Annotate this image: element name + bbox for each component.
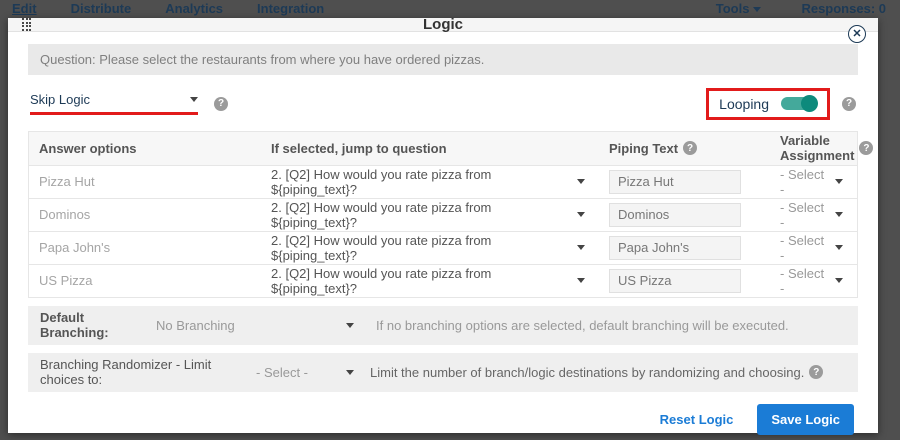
modal-header: Logic ✕ bbox=[8, 18, 878, 32]
menu-item-integration[interactable]: Integration bbox=[257, 1, 324, 17]
default-branching-select[interactable]: No Branching bbox=[156, 318, 346, 333]
chevron-down-icon bbox=[835, 212, 843, 217]
header-piping-text-label: Piping Text bbox=[609, 141, 678, 156]
piping-text-input[interactable] bbox=[609, 203, 741, 227]
header-jump-to-question: If selected, jump to question bbox=[261, 141, 599, 156]
piping-text-input[interactable] bbox=[609, 170, 741, 194]
chevron-down-icon bbox=[835, 245, 843, 250]
chevron-down-icon bbox=[577, 245, 585, 250]
chevron-down-icon bbox=[346, 323, 354, 328]
chevron-down-icon bbox=[835, 278, 843, 283]
toggle-knob bbox=[801, 95, 818, 112]
jump-question-value: 2. [Q2] How would you rate pizza from ${… bbox=[271, 200, 572, 230]
randomizer-label: Branching Randomizer - Limit choices to: bbox=[40, 357, 256, 387]
jump-question-value: 2. [Q2] How would you rate pizza from ${… bbox=[271, 167, 572, 197]
modal-footer: Reset Logic Save Logic bbox=[28, 392, 858, 435]
save-logic-button[interactable]: Save Logic bbox=[757, 404, 854, 435]
logic-table: Answer options If selected, jump to ques… bbox=[28, 131, 858, 298]
chevron-down-icon bbox=[577, 179, 585, 184]
chevron-down-icon bbox=[346, 370, 354, 375]
close-icon[interactable]: ✕ bbox=[848, 25, 866, 43]
responses-count[interactable]: Responses: 0 bbox=[801, 1, 886, 17]
jump-question-select[interactable]: 2. [Q2] How would you rate pizza from ${… bbox=[261, 266, 599, 296]
reset-logic-button[interactable]: Reset Logic bbox=[660, 412, 734, 427]
default-branching-bar: Default Branching: No Branching If no br… bbox=[28, 306, 858, 345]
help-icon[interactable]: ? bbox=[683, 141, 697, 155]
answer-option-label: Dominos bbox=[29, 207, 261, 222]
chevron-down-icon bbox=[753, 7, 761, 12]
logic-type-value: Skip Logic bbox=[30, 92, 90, 107]
tools-label: Tools bbox=[716, 1, 750, 16]
jump-question-select[interactable]: 2. [Q2] How would you rate pizza from ${… bbox=[261, 167, 599, 197]
answer-option-label: Papa John's bbox=[29, 240, 261, 255]
chevron-down-icon bbox=[577, 212, 585, 217]
variable-assignment-select[interactable]: - Select - bbox=[766, 167, 857, 197]
header-variable-assignment: Variable Assignment? bbox=[766, 133, 877, 163]
logic-type-row: Skip Logic ? Looping ? bbox=[30, 89, 856, 119]
jump-question-value: 2. [Q2] How would you rate pizza from ${… bbox=[271, 266, 572, 296]
modal-content: Question: Please select the restaurants … bbox=[8, 32, 878, 435]
answer-option-label: US Pizza bbox=[29, 273, 261, 288]
chevron-down-icon bbox=[190, 97, 198, 102]
piping-text-input[interactable] bbox=[609, 269, 741, 293]
jump-question-select[interactable]: 2. [Q2] How would you rate pizza from ${… bbox=[261, 200, 599, 230]
menu-item-edit[interactable]: Edit bbox=[12, 1, 37, 17]
piping-text-input[interactable] bbox=[609, 236, 741, 260]
tools-dropdown[interactable]: Tools bbox=[716, 1, 762, 17]
variable-assignment-select[interactable]: - Select - bbox=[766, 200, 857, 230]
branching-randomizer-bar: Branching Randomizer - Limit choices to:… bbox=[28, 353, 858, 392]
menu-item-analytics[interactable]: Analytics bbox=[165, 1, 223, 17]
randomizer-note: Limit the number of branch/logic destina… bbox=[370, 365, 804, 380]
help-icon[interactable]: ? bbox=[214, 97, 228, 111]
default-branching-note: If no branching options are selected, de… bbox=[376, 318, 789, 333]
looping-label: Looping bbox=[719, 96, 769, 112]
variable-assignment-value: - Select - bbox=[780, 266, 830, 296]
variable-assignment-value: - Select - bbox=[780, 200, 830, 230]
help-icon[interactable]: ? bbox=[842, 97, 856, 111]
header-variable-assignment-label: Variable Assignment bbox=[780, 133, 854, 163]
variable-assignment-select[interactable]: - Select - bbox=[766, 266, 857, 296]
chevron-down-icon bbox=[835, 179, 843, 184]
main-menu: Edit Distribute Analytics Integration bbox=[12, 1, 324, 17]
default-branching-label: Default Branching: bbox=[40, 310, 140, 340]
logic-modal: Logic ✕ Question: Please select the rest… bbox=[8, 18, 878, 433]
help-icon[interactable]: ? bbox=[859, 141, 873, 155]
answer-option-label: Pizza Hut bbox=[29, 174, 261, 189]
jump-question-value: 2. [Q2] How would you rate pizza from ${… bbox=[271, 233, 572, 263]
looping-toggle[interactable] bbox=[781, 97, 817, 110]
variable-assignment-value: - Select - bbox=[780, 167, 830, 197]
header-piping-text: Piping Text? bbox=[599, 141, 766, 156]
randomizer-select[interactable]: - Select - bbox=[256, 365, 346, 380]
table-row: Dominos 2. [Q2] How would you rate pizza… bbox=[29, 199, 857, 232]
question-label: Question: Please select the restaurants … bbox=[28, 44, 858, 75]
table-row: US Pizza 2. [Q2] How would you rate pizz… bbox=[29, 265, 857, 298]
table-row: Papa John's 2. [Q2] How would you rate p… bbox=[29, 232, 857, 265]
help-icon[interactable]: ? bbox=[809, 365, 823, 379]
red-underline-annotation bbox=[30, 112, 198, 115]
table-header-row: Answer options If selected, jump to ques… bbox=[29, 132, 857, 166]
variable-assignment-select[interactable]: - Select - bbox=[766, 233, 857, 263]
header-answer-options: Answer options bbox=[29, 141, 261, 156]
table-row: Pizza Hut 2. [Q2] How would you rate piz… bbox=[29, 166, 857, 199]
logic-type-select[interactable]: Skip Logic bbox=[30, 92, 198, 115]
looping-annotation-box: Looping bbox=[706, 88, 830, 120]
menu-item-distribute[interactable]: Distribute bbox=[71, 1, 132, 17]
variable-assignment-value: - Select - bbox=[780, 233, 830, 263]
chevron-down-icon bbox=[577, 278, 585, 283]
jump-question-select[interactable]: 2. [Q2] How would you rate pizza from ${… bbox=[261, 233, 599, 263]
modal-title: Logic bbox=[8, 16, 878, 33]
